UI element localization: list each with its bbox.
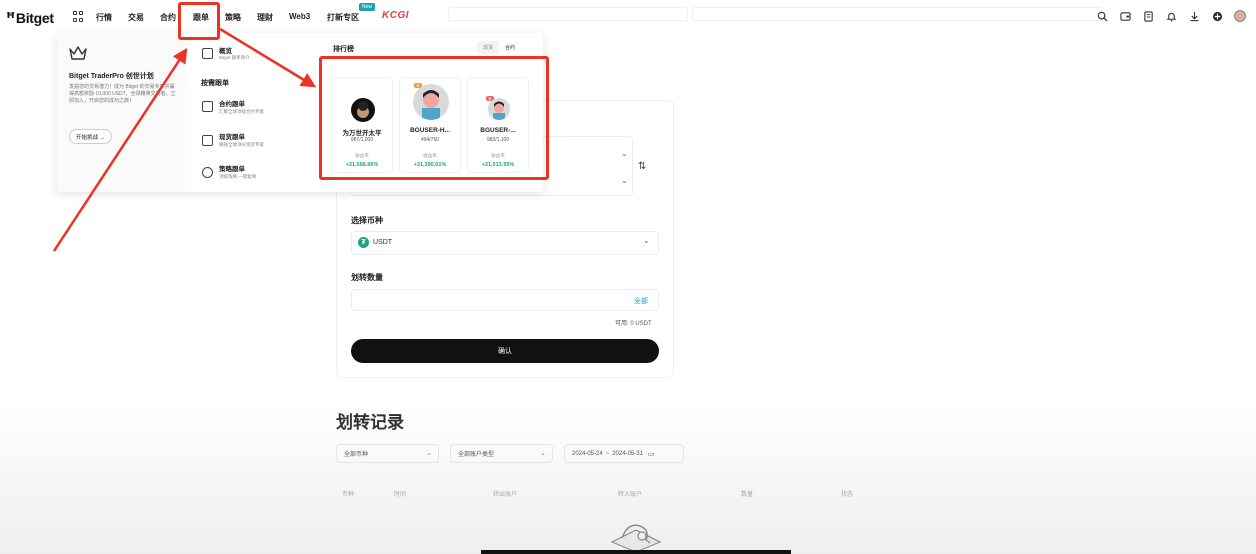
menu-overview-sub: Bitget 跟单简介 [219,55,250,60]
profit-label: 收益率 [491,153,505,158]
promo-title: Bitget TraderPro 创世计划 [69,73,154,80]
account-type-filter[interactable]: 全部账户类型 ⌄ [450,444,553,463]
transfer-records-title: 划转记录 [336,413,404,432]
new-badge: New [359,3,376,11]
column-header-from-account: 转出账户 [493,492,518,498]
menu-spot-copy-sub: 跟随全球顶尖现货专家 [219,142,264,147]
tab-spot[interactable]: 现货 [477,41,499,54]
chevron-down-icon: ⌄ [540,450,546,457]
strategy-copy-icon [202,167,213,178]
max-amount-link[interactable]: 全部 [634,296,648,306]
chevron-down-icon: ⌄ [621,176,628,185]
nav-market[interactable]: 行情 [96,12,112,23]
wallet-icon[interactable] [1119,10,1131,22]
column-header-time: 时间 [394,492,407,498]
nav-futures[interactable]: 合约 [160,12,176,23]
chevron-down-icon: ⌄ [643,236,650,245]
nav-strategy[interactable]: 策略 [225,12,241,23]
menu-strategy-copy-sub: 顶级策略 一键复制 [219,174,257,179]
trader-profit-rate: +31,013.95% [481,162,515,168]
spot-copy-icon [202,135,213,146]
futures-copy-icon [202,101,213,112]
nav-launchpad[interactable]: 打新专区 [327,12,359,23]
chevron-down-icon: ⌄ [426,450,432,457]
header-actions [1096,10,1246,22]
calendar-icon: ▭ [647,450,655,458]
trader-card[interactable]: ♛ BGUSER-... 983/1,100 收益率 +31,013.95% [467,77,529,173]
profit-label: 收益率 [355,153,369,158]
top-navigation: ꟸ Bitget 行情 交易 合约 跟单 策略 理财 Web3 打新专区 New… [0,0,1256,34]
traderpro-promo: Bitget TraderPro 创世计划 发掘您的交易潜力！成为 Bitget… [57,33,185,192]
coin-filter-label: 全部币种 [344,452,369,458]
copy-trading-dropdown: Bitget TraderPro 创世计划 发掘您的交易潜力！成为 Bitget… [57,33,543,192]
bitget-logo-mark-icon: ꟸ [6,10,15,27]
trader-card[interactable]: ♛ BGUSER-H... 494/750 收益率 +31,390.01% [399,77,461,173]
nav-trade[interactable]: 交易 [128,12,144,23]
confirm-button[interactable]: 确认 [351,339,659,363]
trader-followers: 987/1,000 [350,137,374,143]
menu-strategy-copy-title[interactable]: 策略跟单 [219,163,245,173]
column-header-coin: 币种 [342,492,355,498]
search-icon[interactable] [1096,10,1108,22]
amount-label: 划转数量 [351,273,383,282]
user-avatar[interactable] [1234,10,1246,22]
bottom-divider [481,550,791,554]
nav-faint-panel [448,7,688,21]
account-type-filter-label: 全部账户类型 [458,452,495,458]
coin-select-value: USDT [373,239,393,246]
logo-text: Bitget [15,10,54,26]
trader-name: BGUSER-... [480,127,516,134]
bell-icon[interactable] [1165,10,1177,22]
trader-avatar [413,84,449,120]
swap-accounts-icon[interactable]: ⇅ [638,161,646,172]
trader-name: BGUSER-H... [409,127,451,134]
trader-followers: 494/750 [420,137,440,143]
menu-futures-copy-title[interactable]: 合约跟单 [219,98,245,108]
column-header-amount: 数量 [741,492,754,498]
trader-followers: 983/1,100 [486,137,510,143]
search-bar-faint[interactable] [692,7,1102,21]
trader-profit-rate: +31,568.86% [345,162,379,168]
nav-copy-trading[interactable]: 跟单 [193,12,209,23]
trader-avatar [488,98,510,120]
start-challenge-button[interactable]: 开始挑战 → [69,129,113,144]
nav-earn[interactable]: 理财 [257,12,273,23]
menu-overview-title[interactable]: 概览 [219,45,232,55]
globe-icon[interactable] [1211,10,1223,22]
trader-profit-rate: +31,390.01% [413,162,447,168]
trader-card[interactable]: 为万世开太平 987/1,000 收益率 +31,568.86% [331,77,393,173]
download-icon[interactable] [1188,10,1200,22]
coin-select[interactable] [351,231,659,255]
available-balance: 可用: 0 USDT [615,321,652,327]
usdt-icon: ₮ [358,237,369,248]
date-from: 2024-05-24 [572,450,603,457]
nav-web3[interactable]: Web3 [289,12,310,21]
date-range-picker[interactable]: 2024-05-24 ~ 2024-05-31 ▭ [564,444,684,463]
kcgi-logo[interactable]: KCGI [382,10,409,21]
trader-name: 为万世开太平 [342,130,382,137]
bitget-logo[interactable]: ꟸ Bitget [6,9,54,27]
orders-icon[interactable] [1142,10,1154,22]
coin-label: 选择币种 [351,216,383,225]
crown-icon [69,46,87,60]
overview-icon [202,48,213,59]
chevron-down-icon: ⌄ [621,149,628,158]
on-demand-copy-heading: 按需跟单 [201,80,229,87]
menu-futures-copy-sub: 汇聚全球顶级合约专家 [219,109,264,114]
promo-description: 发掘您的交易潜力！成为 Bitget 的交易专家并赢得高额奖励 10,000 U… [69,84,176,104]
date-to: 2024-05-31 [612,450,643,457]
column-header-to-account: 转入账户 [618,492,643,498]
menu-spot-copy-title[interactable]: 现货跟单 [219,131,245,141]
leaderboard-toggle: 现货 合约 [477,41,522,54]
leaderboard-title: 排行榜 [333,46,354,53]
amount-input[interactable] [351,289,659,311]
date-separator: ~ [605,450,610,457]
profit-label: 收益率 [423,153,437,158]
empty-state-illustration [610,524,662,552]
coin-filter[interactable]: 全部币种 ⌄ [336,444,439,463]
trader-avatar [351,98,375,122]
column-header-status: 状态 [841,492,854,498]
tab-futures[interactable]: 合约 [499,41,522,54]
apps-grid-icon[interactable] [73,11,84,22]
